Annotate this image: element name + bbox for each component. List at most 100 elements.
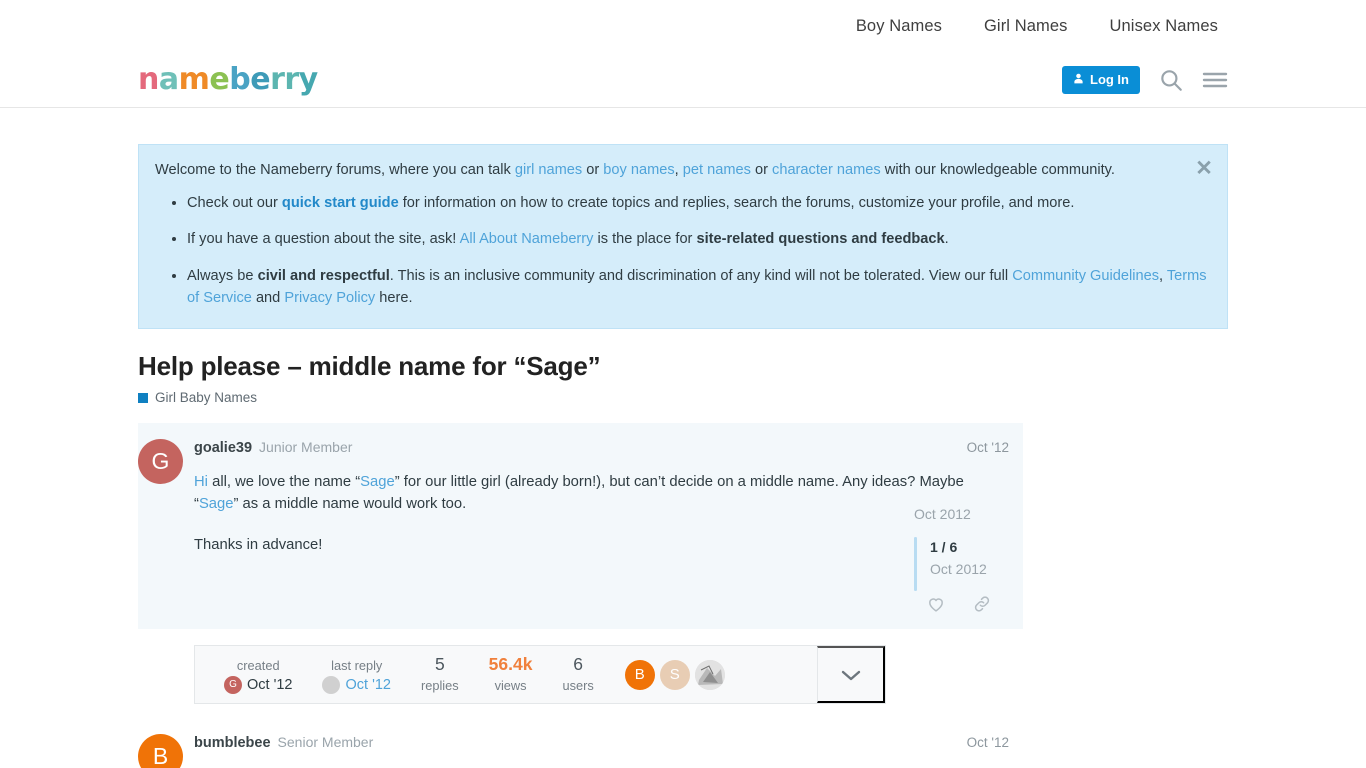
nameberry-logo[interactable]: nameberry [138, 61, 318, 97]
created-label: created [236, 657, 280, 673]
post-content: Hi all, we love the name “Sage” for our … [194, 472, 1009, 556]
list-item: If you have a question about the site, a… [187, 228, 1207, 251]
topic-timeline: Oct 2012 1 / 6 Oct 2012 Oct 2012 [914, 506, 1084, 591]
bullet-text: , [1159, 267, 1167, 284]
avatar[interactable]: S [659, 659, 690, 690]
post-second: B bumblebee Senior Member Oct '12 [138, 718, 1023, 768]
post-author-name[interactable]: goalie39 [194, 440, 252, 456]
bullet-strong: site-related questions and feedback [696, 231, 945, 248]
timeline-current-date: Oct 2012 [930, 561, 987, 577]
created-value-row: G Oct '12 [224, 675, 293, 694]
timeline-position-block: 1 / 6 Oct 2012 [930, 537, 987, 591]
post-link-hi[interactable]: Hi [194, 474, 208, 490]
topic-map-replies: 5 replies [406, 654, 474, 696]
timeline-body[interactable]: 1 / 6 Oct 2012 [914, 537, 1084, 591]
list-item: Check out our quick start guide for info… [187, 192, 1207, 215]
post-author-title: Senior Member [277, 734, 374, 751]
link-icon[interactable] [972, 594, 992, 619]
banner-intro-tail: with our knowledgeable community. [880, 162, 1115, 178]
users-label: users [562, 677, 594, 693]
last-reply-date[interactable]: Oct '12 [345, 677, 390, 693]
logo-letter: e [209, 61, 230, 97]
banner-intro-text: Welcome to the Nameberry forums, where y… [155, 162, 515, 178]
bullet-text: If you have a question about the site, a… [187, 231, 460, 248]
users-count: 6 [573, 654, 583, 675]
bullet-text: Always be [187, 267, 258, 284]
post-author-name[interactable]: bumblebee [194, 735, 271, 751]
post-author-title: Junior Member [259, 439, 353, 456]
main-content: ✕ Welcome to the Nameberry forums, where… [0, 108, 1366, 768]
banner-intro-sep: , [674, 162, 683, 178]
topic-map-stats: created G Oct '12 last reply Oct '12 5 r… [195, 646, 817, 703]
nav-link-unisex-names[interactable]: Unisex Names [1110, 17, 1218, 36]
bullet-text: . [944, 231, 949, 248]
post-link-sage[interactable]: Sage [360, 474, 395, 490]
login-button[interactable]: Log In [1062, 65, 1140, 94]
post-date[interactable]: Oct '12 [967, 440, 1009, 455]
timeline-scrollbar[interactable] [914, 537, 917, 591]
page-title: Help please – middle name for “Sage” [138, 351, 601, 382]
avatar[interactable] [322, 675, 341, 694]
banner-link-pet-names[interactable]: pet names [683, 162, 751, 178]
avatar[interactable]: G [224, 675, 242, 694]
bullet-text: is the place for [593, 231, 697, 248]
logo-letter: r [270, 61, 285, 97]
participants-list: B S [609, 659, 725, 690]
post-paragraph: Hi all, we love the name “Sage” for our … [194, 472, 1009, 515]
top-navigation: Boy Names Girl Names Unisex Names [0, 0, 1366, 52]
post-date[interactable]: Oct '12 [967, 735, 1009, 750]
expand-topic-button[interactable] [817, 646, 885, 704]
banner-link-boy-names[interactable]: boy names [603, 162, 674, 178]
post-text-run: ” as a middle name would work too. [233, 495, 467, 512]
avatar[interactable]: B [138, 734, 183, 768]
post-paragraph: Thanks in advance! [194, 536, 323, 553]
banner-link-character-names[interactable]: character names [772, 162, 881, 178]
topic-map-views: 56.4k views [474, 654, 548, 696]
banner-bullet-list: Check out our quick start guide for info… [155, 192, 1207, 310]
banner-link-community-guidelines[interactable]: Community Guidelines [1012, 268, 1159, 284]
nav-link-boy-names[interactable]: Boy Names [856, 17, 942, 36]
post-actions [194, 576, 1009, 629]
post-link-sage[interactable]: Sage [199, 496, 234, 512]
post-body: goalie39 Junior Member Oct '12 Hi all, w… [194, 427, 1023, 629]
hamburger-icon[interactable] [1202, 70, 1228, 90]
banner-link-girl-names[interactable]: girl names [515, 162, 582, 178]
logo-letter: m [178, 61, 210, 97]
topic-map-users: 6 users [547, 654, 608, 696]
topic-map: created G Oct '12 last reply Oct '12 5 r… [194, 645, 886, 705]
login-button-label: Log In [1090, 72, 1129, 87]
replies-label: replies [420, 677, 459, 693]
category-badge[interactable]: Girl Baby Names [138, 390, 1228, 405]
timeline-start-date: Oct 2012 [914, 506, 971, 522]
avatar[interactable]: B [624, 659, 655, 690]
banner-link-privacy-policy[interactable]: Privacy Policy [284, 290, 375, 306]
search-icon[interactable] [1158, 67, 1184, 93]
banner-link-quick-start-guide[interactable]: quick start guide [282, 195, 399, 211]
user-icon [1073, 72, 1084, 87]
post-stream: G goalie39 Junior Member Oct '12 Hi all,… [138, 423, 1023, 768]
avatar[interactable] [694, 659, 725, 690]
replies-count: 5 [434, 654, 445, 675]
post-header: bumblebee Senior Member Oct '12 [194, 722, 1009, 751]
logo-letter: a [158, 61, 179, 97]
nav-link-girl-names[interactable]: Girl Names [984, 17, 1068, 36]
topic-map-last-reply: last reply Oct '12 [307, 656, 405, 694]
bullet-text: here. [375, 290, 413, 307]
list-item: Always be civil and respectful. This is … [187, 265, 1207, 310]
post-body: bumblebee Senior Member Oct '12 [194, 722, 1023, 768]
post-text-run: all, we love the name “ [207, 474, 361, 491]
timeline-scrollbar-handle[interactable] [914, 537, 917, 591]
created-date: Oct '12 [247, 676, 293, 693]
bullet-text: . This is an inclusive community and dis… [389, 267, 1013, 284]
banner-intro: Welcome to the Nameberry forums, where y… [155, 159, 1207, 182]
topic-map-created: created G Oct '12 [209, 656, 307, 694]
views-count: 56.4k [488, 654, 533, 675]
bullet-text: Check out our [187, 194, 282, 211]
header-actions: Log In [1062, 65, 1228, 94]
banner-link-all-about-nameberry[interactable]: All About Nameberry [460, 231, 594, 247]
avatar[interactable]: G [138, 439, 183, 485]
heart-icon[interactable] [926, 594, 946, 619]
views-label: views [494, 677, 527, 693]
bullet-strong: civil and respectful [257, 267, 390, 284]
close-icon[interactable]: ✕ [1191, 155, 1217, 181]
